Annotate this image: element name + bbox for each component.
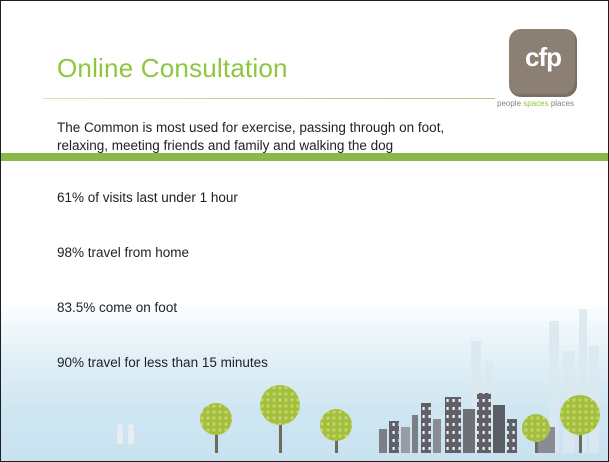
slide: Online Consultation cfp people spaces pl… [0,0,609,462]
logo-tagline-places: places [548,99,574,108]
intro-line-1: The Common is most used for exercise, pa… [57,120,445,135]
tree-icon [320,409,352,453]
tree-icon [260,385,300,453]
tree-icon [200,403,232,453]
logo-tagline: people spaces places [497,99,608,108]
logo-text: cfp [525,42,562,72]
skyline-illustration [117,309,600,453]
figure-icon [117,424,134,444]
title-divider [43,98,495,99]
slide-title: Online Consultation [57,53,288,83]
ground-strip [1,153,608,161]
stat-travel-from-home: 98% travel from home [57,245,190,260]
logo-tagline-people: people [497,99,524,108]
stat-visit-duration: 61% of visits last under 1 hour [57,190,238,205]
cfp-logo: cfp [509,29,577,97]
logo-tagline-spaces: spaces [523,99,549,108]
